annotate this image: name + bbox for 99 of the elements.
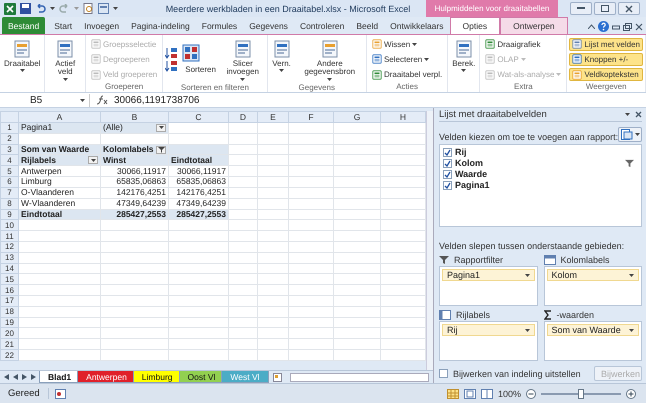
name-box[interactable]: B5: [0, 94, 90, 106]
column-header[interactable]: H: [380, 112, 426, 122]
row-header[interactable]: 7: [0, 187, 18, 198]
ribbon-button[interactable]: Selecteren: [368, 52, 446, 66]
field-label[interactable]: Rij: [455, 147, 467, 157]
cell-text: Rijlabels: [21, 156, 56, 165]
table-cell: W-Vlaanderen: [18, 198, 100, 209]
ribbon-button[interactable]: Draaigrafiek: [482, 38, 564, 51]
ribbon-button[interactable]: Lijst met velden: [569, 38, 643, 51]
row-header[interactable]: 9: [0, 209, 18, 220]
sheet-tab[interactable]: Antwerpen: [77, 371, 136, 383]
field-label[interactable]: Pagina1: [455, 180, 490, 190]
field-label[interactable]: Kolom: [455, 158, 483, 168]
row-header[interactable]: 11: [0, 230, 18, 242]
group-label: Groeperen: [104, 82, 144, 92]
group-label: Extra: [513, 82, 534, 92]
row-header[interactable]: 15: [0, 274, 18, 285]
row-header[interactable]: 14: [0, 263, 18, 274]
ribbon-tab[interactable]: Gegevens: [243, 17, 294, 34]
area-field[interactable]: Kolom: [546, 269, 639, 281]
area-label: Rijlabels: [456, 310, 490, 320]
ribbon-button[interactable]: Vern.: [270, 37, 294, 83]
area-label: Rapportfilter: [454, 255, 504, 265]
column-header[interactable]: A: [18, 112, 100, 122]
column-header[interactable]: C: [168, 112, 228, 122]
row-header[interactable]: 22: [0, 350, 18, 360]
row-header[interactable]: 21: [0, 338, 18, 350]
row-header[interactable]: 16: [0, 284, 18, 296]
ribbon-tab[interactable]: Invoegen: [78, 17, 126, 34]
row-header[interactable]: 8: [0, 198, 18, 209]
row-header[interactable]: 2: [0, 133, 18, 144]
formula-input[interactable]: 30066,1191738706: [114, 94, 200, 106]
ribbon-button[interactable]: Knoppen +/-: [569, 52, 643, 66]
area-field[interactable]: Pagina1: [442, 269, 534, 281]
checkbox-label: Bijwerken van indeling uitstellen: [453, 368, 581, 378]
cell-text: (Alle): [103, 123, 123, 132]
row-header[interactable]: 13: [0, 252, 18, 264]
row-header[interactable]: 1: [0, 122, 18, 134]
row-header[interactable]: 3: [0, 144, 18, 155]
area-label: -waarden: [556, 310, 594, 320]
group-label: Gegevens: [298, 82, 336, 92]
ribbon-button[interactable]: Veldkopteksten: [569, 68, 643, 82]
column-header[interactable]: F: [288, 112, 334, 122]
status-text: Gereed: [0, 388, 49, 399]
row-header[interactable]: 20: [0, 328, 18, 339]
pane-title: Lijst met draaitabelvelden: [439, 109, 547, 120]
ribbon-tab[interactable]: Opties: [450, 17, 500, 34]
ribbon-tab[interactable]: Ontwerpen: [500, 17, 568, 34]
ribbon-tab[interactable]: Start: [48, 17, 78, 34]
table-cell: Antwerpen: [18, 166, 100, 177]
table-cell: O-Vlaanderen: [18, 187, 100, 198]
window-title: Meerdere werkbladen in een Draaitabel.xlsx - Microsoft Excel: [164, 4, 412, 14]
instruction-text: Velden slepen tussen onderstaande gebieden:: [439, 241, 624, 251]
ribbon-tab[interactable]: Ontwikkelaars: [384, 17, 450, 34]
ribbon-tab[interactable]: Formules: [196, 17, 244, 34]
table-cell: Limburg: [18, 176, 100, 188]
table-cell: Pagina1: [18, 122, 100, 134]
row-header[interactable]: 19: [0, 317, 18, 328]
drop-area[interactable]: Pagina1: [439, 266, 538, 306]
column-header[interactable]: G: [334, 112, 380, 122]
column-header[interactable]: E: [258, 112, 288, 122]
ribbon-button[interactable]: Draaitabel: [2, 37, 42, 82]
ribbon-button[interactable]: Berek.: [450, 37, 478, 82]
group-label: Weergeven: [584, 82, 628, 92]
ribbon-tab[interactable]: Controleren: [294, 17, 350, 34]
ribbon-tab[interactable]: Bestand: [2, 17, 46, 34]
drop-area[interactable]: Rij: [439, 321, 538, 361]
table-cell: Som van Waarde: [18, 144, 100, 155]
row-header[interactable]: 12: [0, 241, 18, 252]
drop-area[interactable]: Som van Waarde: [544, 321, 642, 361]
ribbon-button[interactable]: Draaitabel verpl.: [368, 68, 446, 82]
row-header[interactable]: 6: [0, 176, 18, 188]
area-field[interactable]: Som van Waarde: [546, 324, 639, 336]
sheet-tab[interactable]: Limburg: [132, 371, 182, 383]
field-label[interactable]: Waarde: [455, 169, 488, 179]
column-header[interactable]: B: [100, 112, 168, 122]
ribbon-button[interactable]: Actief veld: [47, 37, 83, 83]
ribbon-tab[interactable]: Beeld: [350, 17, 384, 34]
zoom-level[interactable]: 100%: [498, 388, 521, 398]
group-label: Sorteren en filteren: [180, 82, 250, 92]
row-header[interactable]: 18: [0, 306, 18, 318]
row-header[interactable]: 10: [0, 220, 18, 231]
row-header[interactable]: 17: [0, 296, 18, 306]
context-tab-label: Hulpmiddelen voor draaitabellen: [426, 0, 558, 17]
ribbon-button[interactable]: Wissen: [368, 38, 446, 51]
drop-area[interactable]: Kolom: [544, 266, 642, 306]
ribbon-tab[interactable]: Pagina-indeling: [125, 17, 196, 34]
row-header[interactable]: 4: [0, 154, 18, 166]
ribbon-button[interactable]: Andere gegevensbron: [296, 37, 364, 83]
ribbon-button[interactable]: Slicer invoegen: [220, 37, 265, 83]
row-header[interactable]: 5: [0, 166, 18, 177]
instruction-text: Velden kiezen om toe te voegen aan rapport:: [439, 132, 618, 142]
group-label: Acties: [395, 82, 419, 92]
column-header[interactable]: D: [228, 112, 258, 122]
table-cell: Eindtotaal: [18, 209, 100, 220]
area-field[interactable]: Rij: [442, 324, 534, 336]
area-label: Kolomlabels: [560, 255, 610, 265]
cell-text: Kolomlabels: [103, 145, 154, 154]
sort-button[interactable]: Sorteren: [182, 62, 219, 76]
